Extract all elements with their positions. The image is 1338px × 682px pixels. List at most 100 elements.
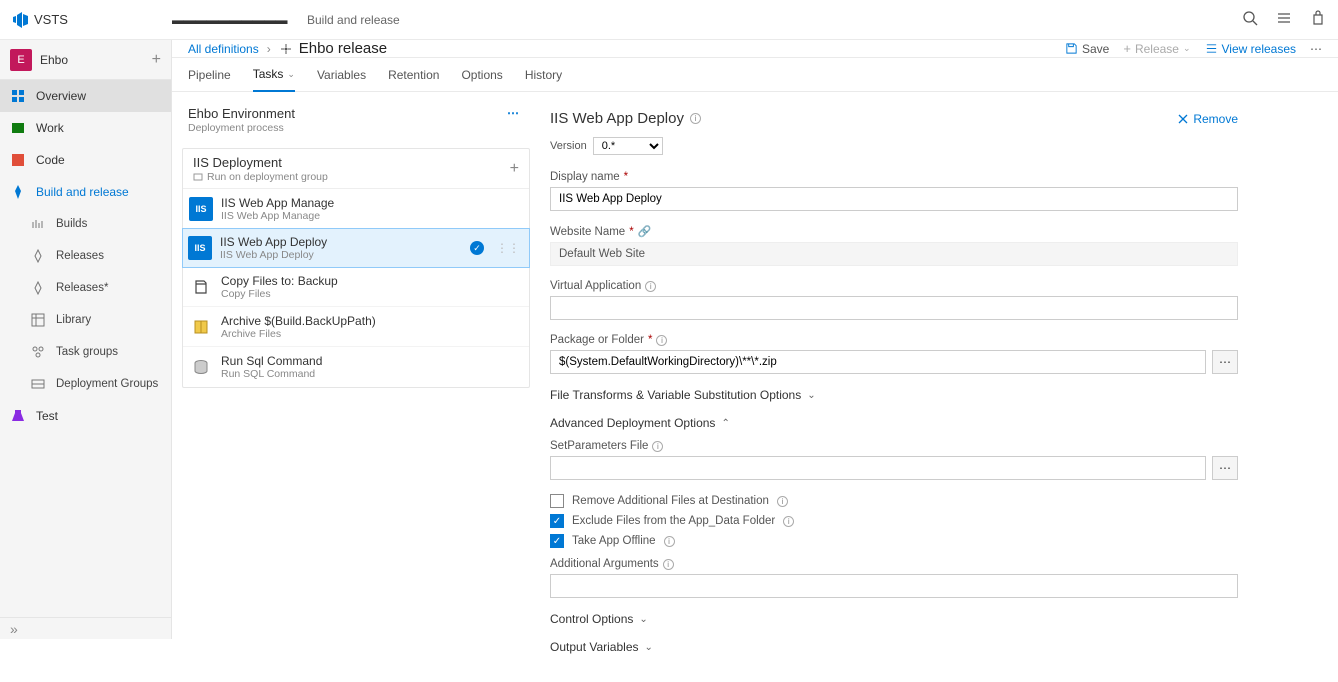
task-copy-files[interactable]: Copy Files to: Backup Copy Files [183,267,529,307]
sidebar-item-work[interactable]: Work [0,112,171,144]
environment-header[interactable]: Ehbo Environment Deployment process ⋯ [182,102,530,134]
task-subtitle: IIS Web App Manage [221,210,519,222]
task-subtitle: Run SQL Command [221,368,519,380]
sidebar-item-task-groups[interactable]: Task groups [0,336,171,368]
deployment-group-icon [193,172,203,182]
website-name-label: Website Name [550,226,625,238]
info-icon[interactable]: i [645,281,656,292]
link-icon[interactable]: 🔗 [638,225,652,238]
info-icon[interactable]: i [663,559,674,570]
sidebar-item-build-release[interactable]: Build and release [0,176,171,208]
sidebar-item-overview[interactable]: Overview [0,80,171,112]
sidebar-collapse[interactable]: » [0,617,171,639]
test-icon [10,408,26,424]
environment-more-icon[interactable]: ⋯ [507,106,520,120]
builds-icon [30,216,46,232]
list-icon[interactable] [1276,10,1292,29]
task-title: Run Sql Command [221,354,519,368]
package-input[interactable] [550,350,1206,374]
sidebar-item-label: Test [36,409,58,423]
task-archive[interactable]: Archive $(Build.BackUpPath) Archive File… [183,307,529,347]
save-icon [1065,42,1078,55]
setparameters-input[interactable] [550,456,1206,480]
add-task-icon[interactable]: + [510,160,519,178]
info-icon[interactable]: i [690,113,701,124]
section-file-transforms[interactable]: File Transforms & Variable Substitution … [550,388,1238,402]
environment-name: Ehbo Environment [188,106,507,121]
product-logo[interactable]: VSTS [12,12,172,28]
project-selector[interactable]: E Ehbo + [0,40,171,80]
sidebar-item-releases[interactable]: Releases [0,240,171,272]
virtual-app-input[interactable] [550,296,1238,320]
product-name: VSTS [34,12,68,27]
info-icon[interactable]: i [656,335,667,346]
additional-args-input[interactable] [550,574,1238,598]
copy-icon [189,275,213,299]
checkbox-on-icon: ✓ [550,514,564,528]
section-advanced[interactable]: Advanced Deployment Options ⌃ [550,416,1238,430]
search-icon[interactable] [1242,10,1258,29]
sidebar-item-code[interactable]: Code [0,144,171,176]
tab-pipeline[interactable]: Pipeline [188,58,231,92]
add-project-icon[interactable]: + [152,51,161,69]
info-icon[interactable]: i [664,536,675,547]
task-iis-manage[interactable]: IIS IIS Web App Manage IIS Web App Manag… [183,189,529,229]
org-name[interactable]: ▬▬▬▬▬▬▬▬▬▬ [172,13,287,27]
exclude-appdata-checkbox[interactable]: ✓ Exclude Files from the App_Data Folder… [550,514,1238,528]
tab-retention[interactable]: Retention [388,58,439,92]
tab-tasks[interactable]: Tasks⌄ [253,58,295,92]
releases-icon [30,248,46,264]
view-releases-button[interactable]: View releases [1205,42,1296,56]
remove-additional-checkbox[interactable]: Remove Additional Files at Destination i [550,494,1238,508]
take-app-offline-checkbox[interactable]: ✓ Take App Offline i [550,534,1238,548]
sidebar-item-releases-star[interactable]: Releases* [0,272,171,304]
sidebar-item-test[interactable]: Test [0,400,171,432]
tab-history[interactable]: History [525,58,562,92]
sidebar-item-label: Releases [56,250,104,262]
iis-icon: IIS [188,236,212,260]
browse-button[interactable]: ⋯ [1212,350,1238,374]
info-icon[interactable]: i [652,441,663,452]
sidebar-item-builds[interactable]: Builds [0,208,171,240]
vsts-icon [12,12,28,28]
sidebar-item-deployment-groups[interactable]: Deployment Groups [0,368,171,400]
save-button[interactable]: Save [1065,42,1109,56]
package-label: Package or Folder [550,334,644,346]
task-enabled-icon: ✓ [470,241,484,255]
release-button[interactable]: + Release ⌄ [1123,41,1190,56]
sidebar-item-library[interactable]: Library [0,304,171,336]
more-menu[interactable]: ⋯ [1310,42,1322,56]
section-crumb[interactable]: Build and release [307,13,400,27]
drag-handle-icon[interactable]: ⋮⋮ [496,241,520,255]
tab-variables[interactable]: Variables [317,58,366,92]
section-control-options[interactable]: Control Options ⌄ [550,612,1238,626]
remove-task-button[interactable]: Remove [1177,112,1238,126]
section-output-variables[interactable]: Output Variables ⌄ [550,640,1238,654]
checkbox-on-icon: ✓ [550,534,564,548]
build-release-icon [10,184,26,200]
task-iis-deploy[interactable]: IIS IIS Web App Deploy IIS Web App Deplo… [182,228,530,268]
phase-sub: Run on deployment group [193,171,510,183]
task-list: Ehbo Environment Deployment process ⋯ II… [172,92,530,682]
tabs: Pipeline Tasks⌄ Variables Retention Opti… [172,58,1338,92]
info-icon[interactable]: i [777,496,788,507]
additional-args-label: Additional Arguments [550,558,659,570]
chevron-down-icon: ⌄ [645,642,653,653]
info-icon[interactable]: i [783,516,794,527]
phase-header[interactable]: IIS Deployment Run on deployment group + [183,149,529,189]
checkbox-off-icon [550,494,564,508]
version-select[interactable]: 0.* [593,137,663,155]
bag-icon[interactable] [1310,10,1326,29]
task-run-sql[interactable]: Run Sql Command Run SQL Command [183,347,529,387]
topbar: VSTS ▬▬▬▬▬▬▬▬▬▬ Build and release [0,0,1338,40]
library-icon [30,312,46,328]
iis-icon: IIS [189,197,213,221]
browse-button[interactable]: ⋯ [1212,456,1238,480]
sidebar-item-label: Builds [56,218,87,230]
tab-options[interactable]: Options [461,58,502,92]
task-subtitle: Copy Files [221,288,519,300]
display-name-input[interactable] [550,187,1238,211]
website-name-input[interactable]: Default Web Site [550,242,1238,266]
breadcrumb-all[interactable]: All definitions [188,42,259,56]
task-title: Copy Files to: Backup [221,274,519,288]
